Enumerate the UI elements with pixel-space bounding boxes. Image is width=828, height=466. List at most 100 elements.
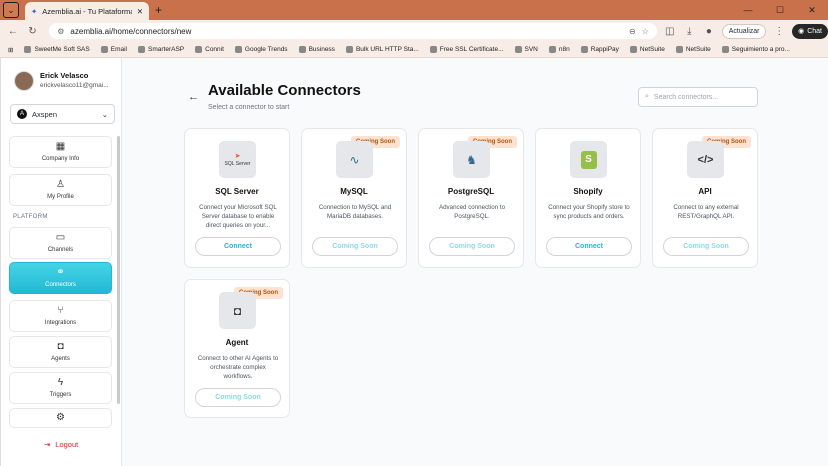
user-email: erickvelasco11@gmai... [40,82,109,89]
sidebar-item-triggers[interactable]: ϟ Triggers [9,372,112,404]
apps-icon[interactable]: ⊞ [8,46,13,54]
link-icon: ⚭ [56,267,65,278]
sql-server-logo-icon: ➤ SQL Server [219,141,256,178]
sidebar-item-label: My Profile [47,194,74,200]
connector-description: Connect your Shopify store to sync produ… [548,204,630,220]
robot-icon: ◘ [57,341,64,352]
zoom-icon[interactable]: ⊖ [629,27,636,36]
bookmark-label: NetSuite [685,46,711,53]
sidebar-item-settings[interactable]: ⚙ [9,408,112,428]
user-name: Erick Velasco [40,71,89,80]
avatar [14,71,34,91]
connector-description: Connect to other AI Agents to orchestrat… [197,355,279,380]
bookmark-item[interactable]: Email [100,46,127,53]
download-icon[interactable]: ⤓ [683,26,697,37]
bookmark-item[interactable]: NetSuite [629,46,665,53]
sidebar-item-my-profile[interactable]: ♙ My Profile [9,174,112,206]
connector-name: Shopify [573,187,603,196]
sidebar-item-channels[interactable]: ▭ Channels [9,227,112,259]
connector-name: MySQL [340,187,368,196]
chat-button[interactable]: ◉ Chat [792,23,828,39]
connector-description: Advanced connection to PostgreSQL. [438,204,506,220]
coming-soon-button[interactable]: Coming Soon [312,237,398,256]
new-tab-button[interactable]: + [155,3,162,17]
bookmark-item[interactable]: SmarterASP [138,46,184,53]
bookmark-item[interactable]: Free SSL Certificate... [429,46,504,53]
integrations-icon: ⑂ [57,305,64,316]
bookmark-item[interactable]: SVN [514,46,538,53]
extensions-icon[interactable]: ◫ [663,26,677,37]
bookmark-label: n8n [558,46,570,53]
back-arrow-icon[interactable]: ← [188,91,199,103]
bookmark-item[interactable]: Connit [195,46,224,53]
bookmark-item[interactable]: RappiPay [580,46,619,53]
maximize-button[interactable]: ☐ [764,0,796,20]
connector-name: PostgreSQL [447,187,495,196]
app-viewport: Erick Velasco erickvelasco11@gmai... A A… [0,58,828,466]
user-profile[interactable]: Erick Velasco erickvelasco11@gmai... [14,71,109,91]
bookmark-item[interactable]: Business [298,46,335,53]
sidebar-item-label: Agents [51,356,70,362]
main-content: ← Available Connectors Select a connecto… [123,58,828,466]
favicon-icon: ✦ [31,6,38,16]
bookmark-item[interactable]: Seguimiento a pro... [721,46,790,53]
bookmark-label: SweetMe Soft SAS [34,46,90,53]
bookmark-item[interactable]: Bulk URL HTTP Sta... [345,46,419,53]
update-button[interactable]: Actualizar [721,23,767,39]
sidebar-item-connectors[interactable]: ⚭ Connectors [9,262,112,294]
logout-label: Logout [55,440,79,449]
connector-name: SQL Server [215,187,259,196]
url-text: azemblia.ai/home/connectors/new [70,26,192,36]
sidebar-item-agents[interactable]: ◘ Agents [9,336,112,368]
connector-card-postgresql: Coming Soon ♞ PostgreSQL Advanced connec… [418,128,524,268]
chat-icon: ◉ [798,28,805,35]
bookmark-favicon-icon [580,46,588,53]
bookmark-item[interactable]: NetSuite [675,46,711,53]
bolt-icon: ϟ [57,377,64,388]
sidebar-item-company-info[interactable]: ▦ Company Info [9,136,112,168]
gear-icon: ⚙ [56,412,65,423]
minimize-button[interactable]: — [732,0,764,20]
bookmark-favicon-icon [548,46,556,53]
profile-icon[interactable]: ● [702,26,716,37]
connect-button[interactable]: Connect [546,237,632,256]
sidebar-item-label: Company Info [41,156,80,162]
coming-soon-button[interactable]: Coming Soon [429,237,515,256]
bookmark-star-icon[interactable]: ☆ [642,27,649,36]
connector-name: API [698,187,712,196]
connector-name: Agent [225,338,249,347]
page-title: Available Connectors [208,82,361,99]
user-icon: ♙ [56,179,65,190]
connector-card-api: Coming Soon </> API Connect to any exter… [652,128,758,268]
code-brackets-icon: </> [687,141,724,178]
robot-icon: ◘ [219,292,256,329]
bookmarks-bar: ⊞ SweetMe Soft SAS Email SmarterASP Conn… [0,42,828,58]
close-tab-icon[interactable]: ✕ [137,7,143,16]
sidebar-item-label: Connectors [45,282,76,288]
coming-soon-button[interactable]: Coming Soon [195,388,281,407]
connect-button[interactable]: Connect [195,237,281,256]
bookmark-item[interactable]: n8n [548,46,570,53]
page-subtitle: Select a connector to start [208,104,290,111]
bookmark-item[interactable]: SweetMe Soft SAS [24,46,90,53]
sidebar-scrollbar[interactable] [117,136,120,404]
bookmark-favicon-icon [629,46,637,53]
back-nav-icon[interactable]: ← [6,26,20,37]
address-bar[interactable]: ⚙ azemblia.ai/home/connectors/new ⊖ ☆ [49,23,657,39]
site-info-icon[interactable]: ⚙ [57,27,64,36]
reload-icon[interactable]: ↻ [26,26,40,37]
tab-search-button[interactable]: ⌄ [3,2,19,18]
bookmark-label: RappiPay [590,46,619,53]
bookmark-item[interactable]: Google Trends [234,46,288,53]
bookmark-label: Business [308,46,335,53]
sidebar-item-integrations[interactable]: ⑂ Integrations [9,300,112,332]
search-input[interactable]: ⌕ Search connectors... [638,87,758,107]
organization-selector[interactable]: A Axspen ⌄ [10,104,115,124]
menu-icon[interactable]: ⋮ [772,26,786,37]
close-window-button[interactable]: ✕ [796,0,828,20]
browser-tab[interactable]: ✦ Azemblia.ai - Tu Plataforma de Ap ✕ [25,2,149,20]
bookmark-favicon-icon [721,46,729,53]
mysql-dolphin-icon: ∿ [336,141,373,178]
coming-soon-button[interactable]: Coming Soon [663,237,749,256]
logout-button[interactable]: ⇥ Logout [44,440,78,449]
